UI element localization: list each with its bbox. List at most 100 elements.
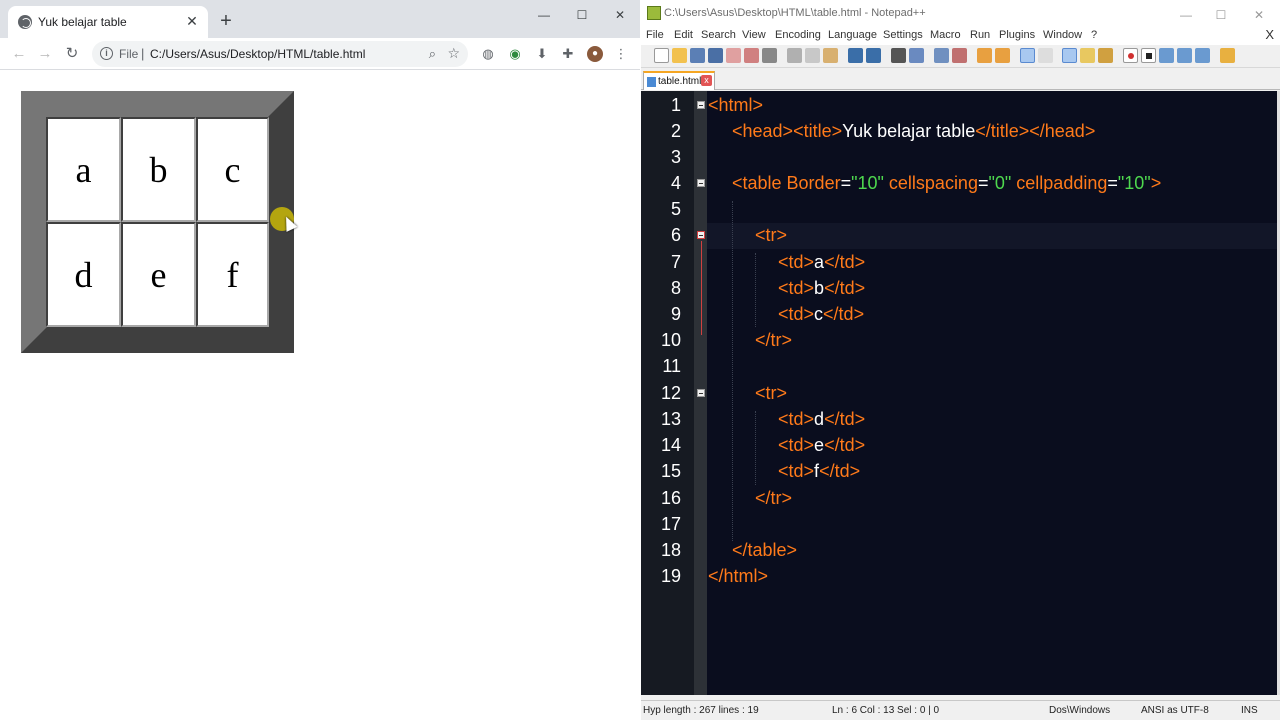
- code-token: </td>: [823, 304, 865, 324]
- code-line-6: <tr>: [755, 225, 787, 246]
- new-file-icon[interactable]: [654, 48, 669, 63]
- url-text[interactable]: C:/Users/Asus/Desktop/HTML/table.html: [150, 47, 365, 61]
- code-token: <td>: [778, 304, 815, 324]
- browser-tab[interactable]: Yuk belajar table ✕: [8, 6, 208, 38]
- menu-kebab-icon[interactable]: ⋮: [613, 46, 629, 62]
- replace-icon[interactable]: [909, 48, 924, 63]
- menu-file[interactable]: File: [646, 29, 664, 41]
- tab-close-icon[interactable]: ✕: [184, 13, 200, 29]
- globe-icon[interactable]: ◍: [480, 46, 496, 62]
- menu-language[interactable]: Language: [828, 29, 877, 41]
- new-tab-button[interactable]: +: [216, 11, 236, 31]
- menu-encoding[interactable]: Encoding: [775, 29, 821, 41]
- code-token: c: [814, 304, 824, 324]
- menu-bar: File Edit Search View Encoding Language …: [641, 27, 1280, 45]
- notepad-minimize-button[interactable]: —: [1168, 4, 1204, 26]
- menu-window[interactable]: Window: [1043, 29, 1082, 41]
- save-all-icon[interactable]: [708, 48, 723, 63]
- close-window-button[interactable]: ✕: [602, 4, 638, 26]
- save-macro-icon[interactable]: [1195, 48, 1210, 63]
- document-tab-close-icon[interactable]: x: [701, 75, 712, 86]
- document-tab[interactable]: table.html x: [643, 71, 715, 90]
- copy-icon[interactable]: [805, 48, 820, 63]
- indent-guide: [755, 253, 756, 327]
- address-bar[interactable]: i File | C:/Users/Asus/Desktop/HTML/tabl…: [92, 41, 468, 67]
- open-file-icon[interactable]: [672, 48, 687, 63]
- paste-icon[interactable]: [823, 48, 838, 63]
- code-token: =: [977, 173, 989, 193]
- minimize-button[interactable]: —: [526, 4, 562, 26]
- fold-toggle-icon[interactable]: [697, 389, 705, 397]
- word-wrap-icon[interactable]: [1020, 48, 1035, 63]
- code-token: </td>: [824, 278, 866, 298]
- find-icon[interactable]: [891, 48, 906, 63]
- menu-macro[interactable]: Macro: [930, 29, 961, 41]
- puzzle-icon[interactable]: ✚: [560, 46, 576, 62]
- close-file-icon[interactable]: [726, 48, 741, 63]
- indent-guide-icon[interactable]: [1062, 48, 1077, 63]
- zoom-out-icon[interactable]: [952, 48, 967, 63]
- code-token: <html>: [708, 95, 764, 115]
- redo-icon[interactable]: [866, 48, 881, 63]
- save-icon[interactable]: [690, 48, 705, 63]
- table-cell: f: [196, 222, 269, 327]
- document-close-icon[interactable]: X: [1265, 27, 1274, 42]
- code-token: a: [814, 252, 825, 272]
- avatar[interactable]: ●: [587, 46, 603, 62]
- line-number: 19: [660, 566, 681, 586]
- browser-toolbar: ← → ↻ i File | C:/Users/Asus/Desktop/HTM…: [0, 38, 640, 70]
- doc-map-icon[interactable]: [1098, 48, 1113, 63]
- stop-macro-icon[interactable]: [1141, 48, 1156, 63]
- line-number: 4: [670, 173, 681, 193]
- line-number: 9: [670, 304, 681, 324]
- star-icon[interactable]: ☆: [447, 45, 460, 62]
- print-icon[interactable]: [762, 48, 777, 63]
- download-icon[interactable]: ⬇: [534, 46, 550, 62]
- notepad-maximize-button[interactable]: ☐: [1203, 4, 1239, 26]
- code-token: <td>: [778, 409, 815, 429]
- user-lang-icon[interactable]: [1080, 48, 1095, 63]
- current-line-highlight: [707, 223, 1277, 249]
- fold-toggle-icon[interactable]: [697, 101, 705, 109]
- code-line-8: <td>b</td>: [778, 278, 865, 299]
- url-separator: |: [141, 46, 145, 61]
- document-tab-bar: table.html x: [641, 68, 1280, 90]
- back-button[interactable]: ←: [8, 43, 30, 65]
- code-line-13: <td>d</td>: [778, 409, 865, 430]
- reload-button[interactable]: ↻: [61, 43, 83, 65]
- menu-help[interactable]: ?: [1091, 29, 1097, 41]
- undo-icon[interactable]: [848, 48, 863, 63]
- maximize-button[interactable]: ☐: [564, 4, 600, 26]
- sync-horizontal-icon[interactable]: [995, 48, 1010, 63]
- menu-search[interactable]: Search: [701, 29, 736, 41]
- close-all-icon[interactable]: [744, 48, 759, 63]
- notepad-titlebar: C:\Users\Asus\Desktop\HTML\table.html - …: [641, 0, 1280, 27]
- notepad-toolbar: [641, 45, 1280, 68]
- play-macro-icon[interactable]: [1159, 48, 1174, 63]
- show-all-chars-icon[interactable]: [1038, 48, 1053, 63]
- line-number: 7: [670, 252, 681, 272]
- document-tab-label: table.html: [658, 76, 702, 87]
- code-line-7: <td>a</td>: [778, 252, 865, 273]
- zoom-icon[interactable]: ⌕: [429, 46, 436, 62]
- fold-range-line: [701, 241, 702, 335]
- sync-vertical-icon[interactable]: [977, 48, 992, 63]
- menu-view[interactable]: View: [742, 29, 766, 41]
- menu-plugins[interactable]: Plugins: [999, 29, 1035, 41]
- info-icon[interactable]: i: [100, 47, 113, 60]
- cut-icon[interactable]: [787, 48, 802, 63]
- fold-toggle-icon[interactable]: [697, 179, 705, 187]
- extension-color-icon[interactable]: ◉: [507, 46, 523, 62]
- menu-edit[interactable]: Edit: [674, 29, 693, 41]
- forward-button[interactable]: →: [34, 43, 56, 65]
- record-macro-icon[interactable]: [1123, 48, 1138, 63]
- fold-toggle-icon[interactable]: [697, 231, 705, 239]
- code-token: </table>: [732, 540, 798, 560]
- notepad-close-button[interactable]: ✕: [1241, 4, 1277, 26]
- launch-browser-icon[interactable]: [1220, 48, 1235, 63]
- run-macro-multiple-icon[interactable]: [1177, 48, 1192, 63]
- menu-settings[interactable]: Settings: [883, 29, 923, 41]
- zoom-in-icon[interactable]: [934, 48, 949, 63]
- code-editor[interactable]: 1 2 3 4 5 6 7 8 9 10 11 12 13 14 15 16 1…: [641, 91, 1277, 695]
- menu-run[interactable]: Run: [970, 29, 990, 41]
